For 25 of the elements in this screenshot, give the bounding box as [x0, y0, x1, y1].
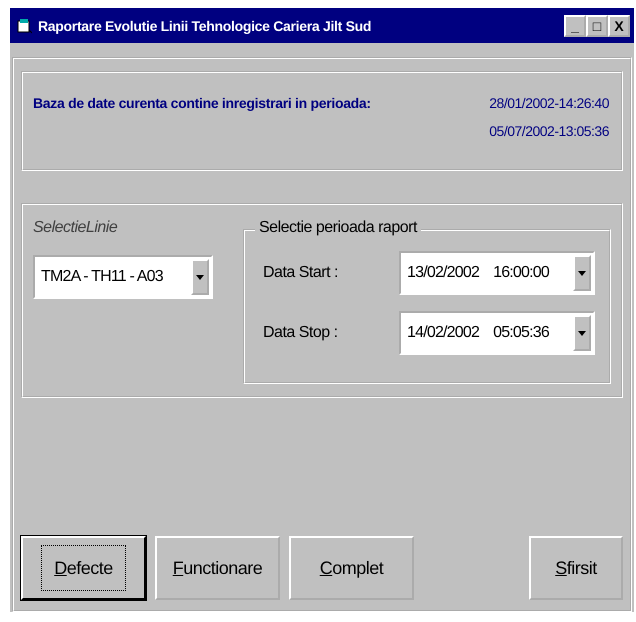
- action-button[interactable]: Sfirsit: [529, 536, 623, 600]
- line-selection-label: SelectieLinie: [33, 219, 118, 237]
- date-time-picker[interactable]: 13/02/2002 16:00:00: [399, 251, 595, 295]
- minimize-button[interactable]: _: [564, 14, 586, 36]
- dropdown-arrow-icon: [578, 330, 586, 336]
- field-label: Data Stop :: [263, 324, 338, 342]
- close-button[interactable]: X: [608, 14, 630, 36]
- dropdown-arrow-icon: [578, 270, 586, 276]
- date-text: 28/01/2002-14:26:40: [489, 95, 609, 111]
- date-time-picker[interactable]: 14/02/2002 05:05:36: [399, 311, 595, 355]
- dropdown-button[interactable]: [573, 315, 591, 351]
- window-title: Raportare Evolutie Linii Tehnologice Cariera Jilt Sud: [38, 18, 372, 34]
- app-icon: [16, 18, 32, 34]
- maximize-button[interactable]: □: [586, 14, 608, 36]
- group-title: Selectie perioada raport: [255, 219, 421, 237]
- date-text: 05/07/2002-13:05:36: [489, 123, 609, 139]
- line-combo-box[interactable]: TM2A - TH11 - A03: [33, 255, 213, 299]
- dropdown-arrow-icon: [196, 274, 204, 280]
- field-label: Data Start :: [263, 264, 338, 282]
- dropdown-button[interactable]: [573, 255, 591, 291]
- dropdown-button[interactable]: [191, 259, 209, 295]
- action-button[interactable]: Functionare: [155, 536, 280, 600]
- action-button[interactable]: Defecte: [21, 536, 146, 600]
- info-label: Baza de date curenta contine inregistrari in perioada:: [33, 95, 371, 113]
- action-button[interactable]: Complet: [289, 536, 414, 600]
